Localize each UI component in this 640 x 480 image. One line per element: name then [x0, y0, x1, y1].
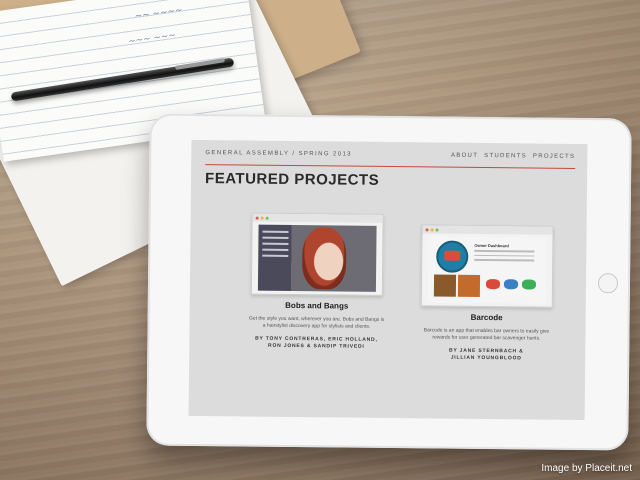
handwriting: ~~~ ~~~ — [127, 30, 177, 48]
image-credit: Image by Placeit.net — [541, 463, 632, 474]
badge-icon — [485, 279, 501, 290]
browser-bar — [252, 213, 383, 223]
nav-about[interactable]: ABOUT — [451, 153, 478, 159]
home-button[interactable] — [597, 273, 619, 294]
nav-projects[interactable]: PROJECTS — [533, 154, 575, 160]
barcode-logo — [436, 240, 469, 273]
close-dot-icon — [425, 227, 429, 231]
byline-line-2: JILLIAN YOUNGBLOOD — [450, 354, 522, 362]
preview-header: Owner Dashboard — [474, 242, 509, 249]
project-description: Get the style you want, wherever you are… — [248, 315, 385, 330]
bar-photo — [433, 274, 457, 297]
maximize-dot-icon — [265, 216, 269, 220]
maximize-dot-icon — [435, 227, 439, 232]
project-title[interactable]: Bobs and Bangs — [232, 300, 402, 311]
close-dot-icon — [255, 216, 259, 220]
site-header: GENERAL ASSEMBLY / SPRING 2013 ABOUT STU… — [205, 150, 575, 166]
project-card-barcode[interactable]: Owner Dashboard Barcode Barcode is an ap… — [401, 224, 572, 363]
nav-students[interactable]: STUDENTS — [484, 153, 527, 159]
preview-text-lines — [262, 230, 289, 261]
portrait-image — [301, 227, 347, 290]
badge-icon — [503, 279, 519, 290]
project-screenshot[interactable] — [250, 212, 384, 296]
site-brand[interactable]: GENERAL ASSEMBLY / SPRING 2013 — [205, 150, 352, 158]
project-screenshot[interactable]: Owner Dashboard — [420, 224, 554, 308]
app-preview — [257, 224, 377, 292]
project-title[interactable]: Barcode — [402, 312, 572, 323]
badge-icon — [521, 279, 537, 290]
handwriting: ~~ ~~~~ — [134, 5, 184, 23]
project-card-bobs-and-bangs[interactable]: Bobs and Bangs Get the style you want, w… — [231, 212, 402, 351]
minimize-dot-icon — [430, 227, 434, 231]
browser-bar — [422, 225, 553, 235]
bar-photo — [457, 274, 481, 297]
site-nav: ABOUT STUDENTS PROJECTS — [451, 153, 575, 160]
ipad: GENERAL ASSEMBLY / SPRING 2013 ABOUT STU… — [146, 113, 632, 451]
app-preview: Owner Dashboard — [427, 236, 547, 304]
project-description: Barcode is an app that enables bar owner… — [423, 327, 550, 342]
minimize-dot-icon — [260, 216, 264, 220]
project-byline: BY JANE STERNBACH & JILLIAN YOUNGBLOOD — [401, 347, 571, 363]
preview-text-lines — [474, 249, 535, 264]
page-title: FEATURED PROJECTS — [204, 170, 380, 189]
ipad-screen: GENERAL ASSEMBLY / SPRING 2013 ABOUT STU… — [188, 139, 588, 421]
project-byline: BY TONY CONTRERAS, ERIC HOLLAND, RON JON… — [231, 335, 401, 351]
